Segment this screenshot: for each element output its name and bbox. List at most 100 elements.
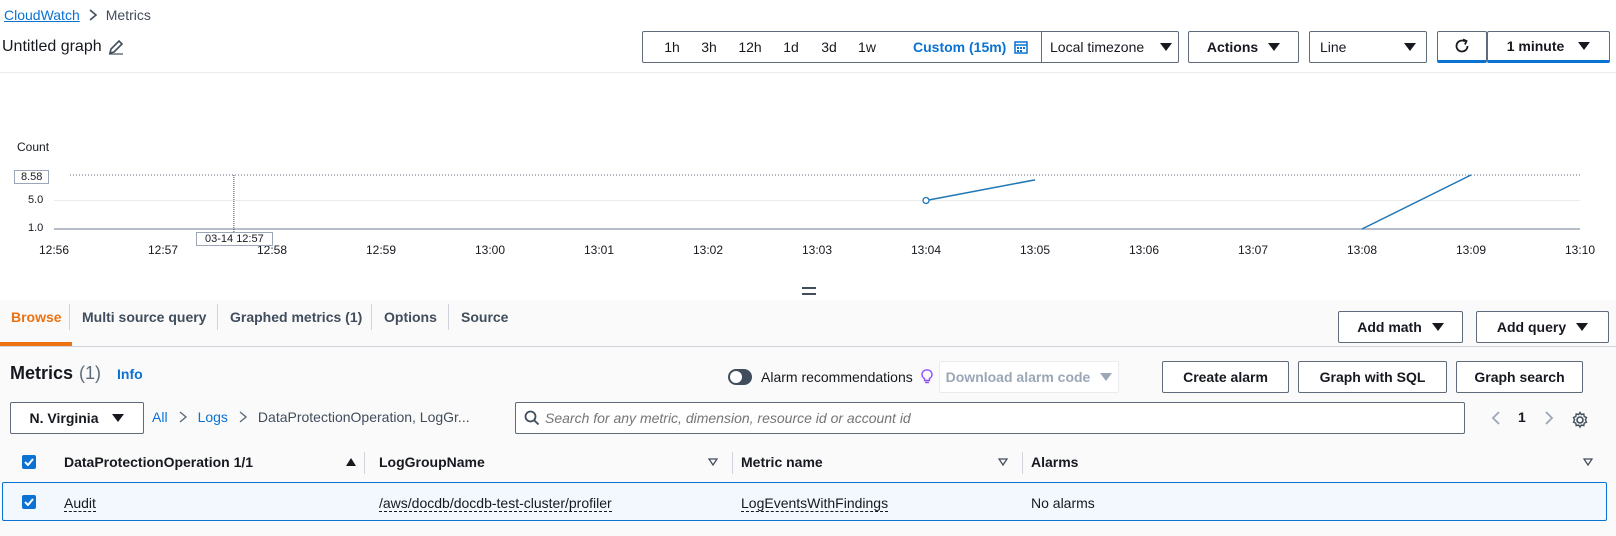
caret-down-icon: [1578, 42, 1591, 50]
tab-graphed-metrics[interactable]: Graphed metrics (1): [230, 309, 362, 325]
graph-search-button[interactable]: Graph search: [1456, 361, 1583, 393]
time-range-buttons: 1h 3h 12h 1d 3d 1w: [654, 39, 886, 55]
graph-with-sql-label: Graph with SQL: [1319, 369, 1426, 385]
x-tick-4: 13:00: [474, 243, 506, 257]
cell-dimension[interactable]: Audit: [64, 495, 96, 512]
y-tick-5: 5.0: [28, 194, 44, 206]
sort-icon[interactable]: [1583, 458, 1593, 466]
x-tick-9: 13:05: [1019, 243, 1051, 257]
add-query-label: Add query: [1496, 319, 1567, 335]
timezone-select[interactable]: Local timezone: [1050, 39, 1172, 55]
download-alarm-code-button[interactable]: Download alarm code: [939, 361, 1119, 393]
x-tick-7: 13:03: [801, 243, 833, 257]
graph-title-row: Untitled graph: [2, 38, 124, 56]
tab-browse[interactable]: Browse: [11, 309, 62, 325]
sort-icon[interactable]: [998, 458, 1008, 466]
range-1w[interactable]: 1w: [848, 39, 886, 55]
tabs-bottom-border: [0, 346, 1616, 347]
tab-divider: [448, 304, 449, 330]
lightbulb-icon[interactable]: [921, 369, 933, 385]
x-tick-3: 12:59: [365, 243, 397, 257]
column-divider: [1022, 452, 1023, 474]
add-math-button[interactable]: Add math: [1338, 311, 1463, 343]
create-alarm-button[interactable]: Create alarm: [1162, 361, 1289, 393]
tab-multi-source-query[interactable]: Multi source query: [82, 309, 206, 325]
y-max-label: 8.58: [14, 170, 50, 184]
create-alarm-label: Create alarm: [1183, 369, 1268, 385]
x-tick-0: 12:56: [38, 243, 70, 257]
metrics-header: Metrics (1) Info: [10, 363, 143, 384]
x-tick-12: 13:08: [1346, 243, 1378, 257]
graph-search-label: Graph search: [1474, 369, 1565, 385]
settings-gear-icon[interactable]: [1571, 411, 1589, 429]
pagination-page[interactable]: 1: [1518, 409, 1526, 425]
filter-logs-link[interactable]: Logs: [198, 409, 228, 425]
column-header-loggroupname[interactable]: LogGroupName: [379, 454, 485, 470]
graph-with-sql-button[interactable]: Graph with SQL: [1298, 361, 1447, 393]
caret-down-icon: [1431, 323, 1444, 331]
sort-ascending-icon[interactable]: [346, 458, 356, 466]
alarm-recommendations-toggle[interactable]: [728, 369, 752, 385]
pagination-next-icon[interactable]: [1544, 411, 1554, 425]
timezone-label: Local timezone: [1050, 39, 1145, 55]
refresh-interval-select[interactable]: 1 minute: [1487, 31, 1610, 63]
range-divider: [1041, 31, 1042, 63]
resize-handle[interactable]: [802, 287, 816, 295]
custom-range-button[interactable]: Custom (15m): [913, 39, 1029, 55]
alarm-recommendations-label: Alarm recommendations: [761, 369, 913, 385]
caret-down-icon: [1160, 43, 1172, 51]
pagination-prev-icon[interactable]: [1491, 411, 1501, 425]
crosshair-label: 03-14 12:57: [196, 232, 273, 246]
custom-range-label: Custom (15m): [913, 39, 1007, 55]
column-header-dimension[interactable]: DataProtectionOperation 1/1: [64, 454, 253, 470]
range-1h[interactable]: 1h: [654, 39, 690, 55]
range-1d[interactable]: 1d: [772, 39, 810, 55]
tab-divider: [371, 304, 372, 330]
select-all-checkbox[interactable]: [22, 455, 36, 469]
filter-breadcrumb: All Logs DataProtectionOperation, LogGr.…: [152, 409, 470, 425]
chart-type-label: Line: [1320, 39, 1347, 55]
chevron-right-icon: [89, 9, 97, 21]
range-3h[interactable]: 3h: [690, 39, 728, 55]
download-alarm-code-label: Download alarm code: [945, 369, 1091, 385]
info-link[interactable]: Info: [117, 366, 143, 382]
breadcrumb-cloudwatch-link[interactable]: CloudWatch: [4, 7, 80, 23]
refresh-interval-label: 1 minute: [1506, 38, 1565, 54]
toggle-knob: [730, 371, 742, 383]
row-checkbox[interactable]: [22, 495, 36, 509]
x-tick-6: 13:02: [692, 243, 724, 257]
region-select[interactable]: N. Virginia: [10, 402, 144, 434]
filter-all-link[interactable]: All: [152, 409, 168, 425]
actions-button[interactable]: Actions: [1188, 31, 1299, 63]
tab-divider: [217, 304, 218, 330]
cell-loggroupname[interactable]: /aws/docdb/docdb-test-cluster/profiler: [379, 495, 612, 512]
column-header-alarms[interactable]: Alarms: [1031, 454, 1078, 470]
region-label: N. Virginia: [29, 410, 99, 426]
x-tick-10: 13:06: [1128, 243, 1160, 257]
column-header-metric-name[interactable]: Metric name: [741, 454, 823, 470]
breadcrumb-current: Metrics: [105, 7, 151, 23]
tab-source[interactable]: Source: [461, 309, 508, 325]
cell-metric-name[interactable]: LogEventsWithFindings: [741, 495, 889, 512]
search-input[interactable]: [545, 405, 1455, 431]
y-tick-1: 1.0: [28, 222, 44, 234]
edit-pencil-icon[interactable]: [108, 39, 124, 55]
refresh-button[interactable]: [1437, 31, 1487, 63]
chevron-right-icon: [179, 411, 187, 423]
add-query-button[interactable]: Add query: [1476, 311, 1609, 343]
graph-title: Untitled graph: [2, 38, 102, 55]
tab-options[interactable]: Options: [384, 309, 437, 325]
data-point-marker: [922, 196, 930, 205]
actions-label: Actions: [1206, 39, 1259, 55]
checkmark-icon: [24, 458, 34, 466]
column-divider: [364, 452, 365, 474]
range-12h[interactable]: 12h: [728, 39, 772, 55]
series-line-0-segment-1: [1361, 174, 1472, 230]
sort-icon[interactable]: [708, 458, 718, 466]
cell-alarms: No alarms: [1031, 495, 1095, 511]
chart-type-select[interactable]: Line: [1309, 31, 1427, 63]
x-tick-1: 12:57: [147, 243, 179, 257]
range-3d[interactable]: 3d: [810, 39, 848, 55]
caret-down-icon: [1100, 373, 1113, 381]
x-tick-5: 13:01: [583, 243, 615, 257]
